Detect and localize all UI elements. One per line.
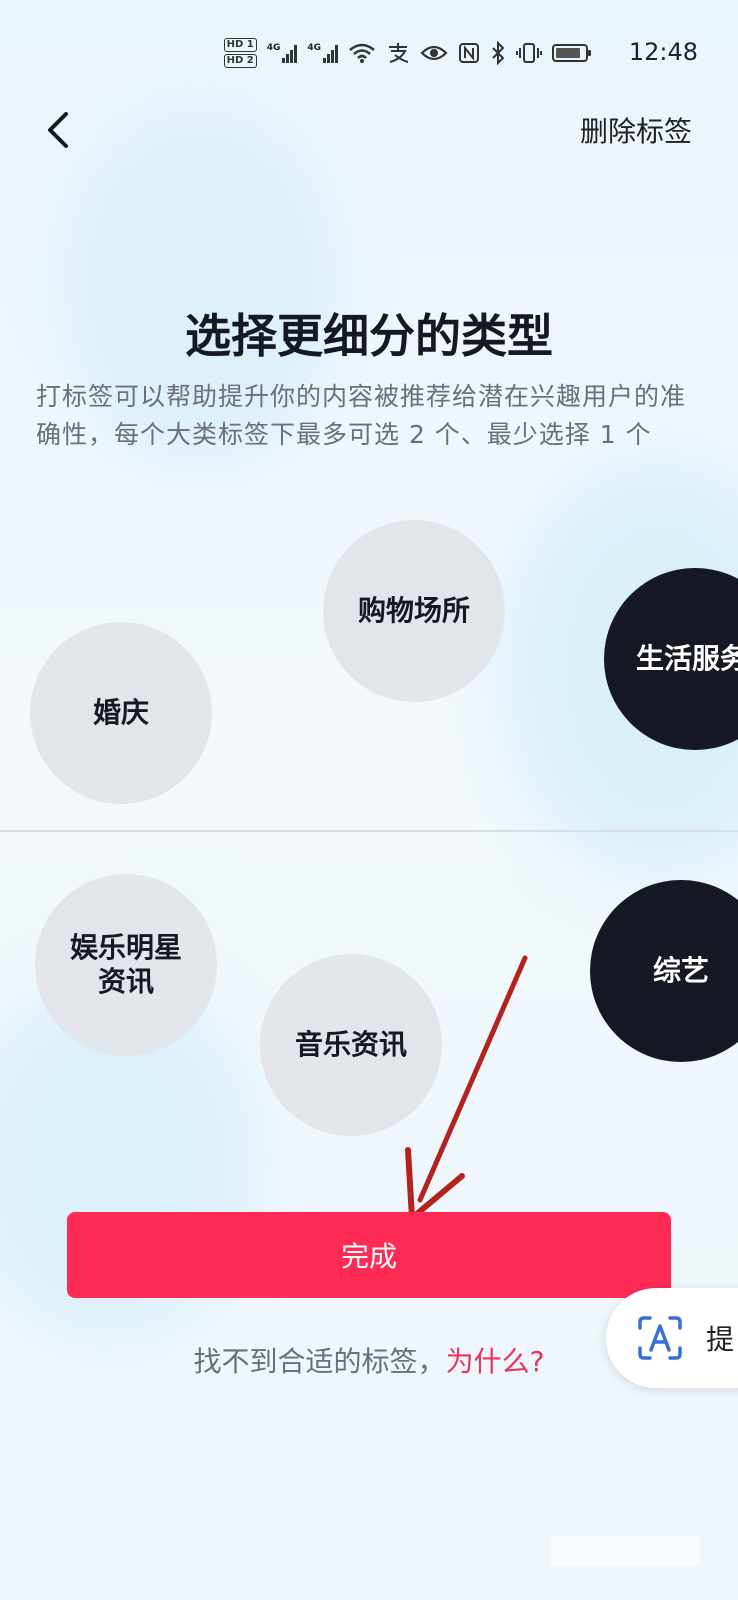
tag-selection-page: HD 1 HD 2 4G 4G 12:48 删除标签 选择更细分的类型 打标签可…	[0, 0, 738, 1600]
blurred-home-bar	[550, 1536, 700, 1566]
floating-text-recognition-button[interactable]: 提	[606, 1288, 738, 1388]
help-text: 找不到合适的标签，	[193, 1345, 446, 1378]
signal-icon: 4G	[307, 43, 338, 63]
tag-label: 婚庆	[92, 696, 149, 729]
chevron-left-icon	[48, 112, 68, 148]
battery-icon	[552, 44, 591, 62]
tag-variety[interactable]: 综艺	[590, 880, 738, 1062]
page-subtitle: 打标签可以帮助提升你的内容被推荐给潜在兴趣用户的准确性，每个大类标签下最多可选 …	[36, 382, 687, 449]
page-title: 选择更细分的类型	[185, 309, 553, 363]
why-link[interactable]: 为什么?	[446, 1345, 545, 1378]
wifi-icon	[349, 43, 375, 63]
tag-label: 音乐资讯	[294, 1028, 407, 1061]
tag-label: 综艺	[652, 954, 709, 987]
done-button[interactable]: 完成	[67, 1212, 671, 1298]
alipay-icon	[389, 43, 409, 63]
tag-label: 生活服务	[636, 642, 738, 675]
delete-tag-button[interactable]: 删除标签	[580, 110, 692, 150]
tag-wedding[interactable]: 婚庆	[30, 622, 212, 804]
status-bar: HD 1 HD 2 4G 4G 12:48	[0, 0, 738, 100]
float-tool-label: 提	[706, 1323, 735, 1356]
eye-icon	[420, 45, 448, 61]
back-button[interactable]	[30, 100, 90, 160]
divider	[0, 830, 738, 832]
status-icons: HD 1 HD 2 4G 4G	[223, 38, 591, 68]
vibrate-icon	[516, 43, 542, 63]
tag-label: 购物场所	[357, 594, 470, 627]
tag-shopping[interactable]: 购物场所	[323, 520, 505, 702]
text-recognition-icon	[638, 1316, 682, 1360]
bluetooth-icon	[492, 41, 505, 65]
hd1-badge: HD 1	[223, 38, 257, 52]
hd-badges: HD 1 HD 2	[223, 38, 257, 68]
tag-music[interactable]: 音乐资讯	[260, 954, 442, 1136]
signal-icon: 4G	[267, 43, 298, 63]
tag-entertainment[interactable]: 娱乐明星 资讯	[35, 874, 217, 1056]
hd2-badge: HD 2	[223, 54, 257, 68]
tag-label: 娱乐明星 资讯	[69, 931, 182, 998]
nfc-icon	[459, 43, 479, 63]
status-time: 12:48	[628, 38, 698, 66]
